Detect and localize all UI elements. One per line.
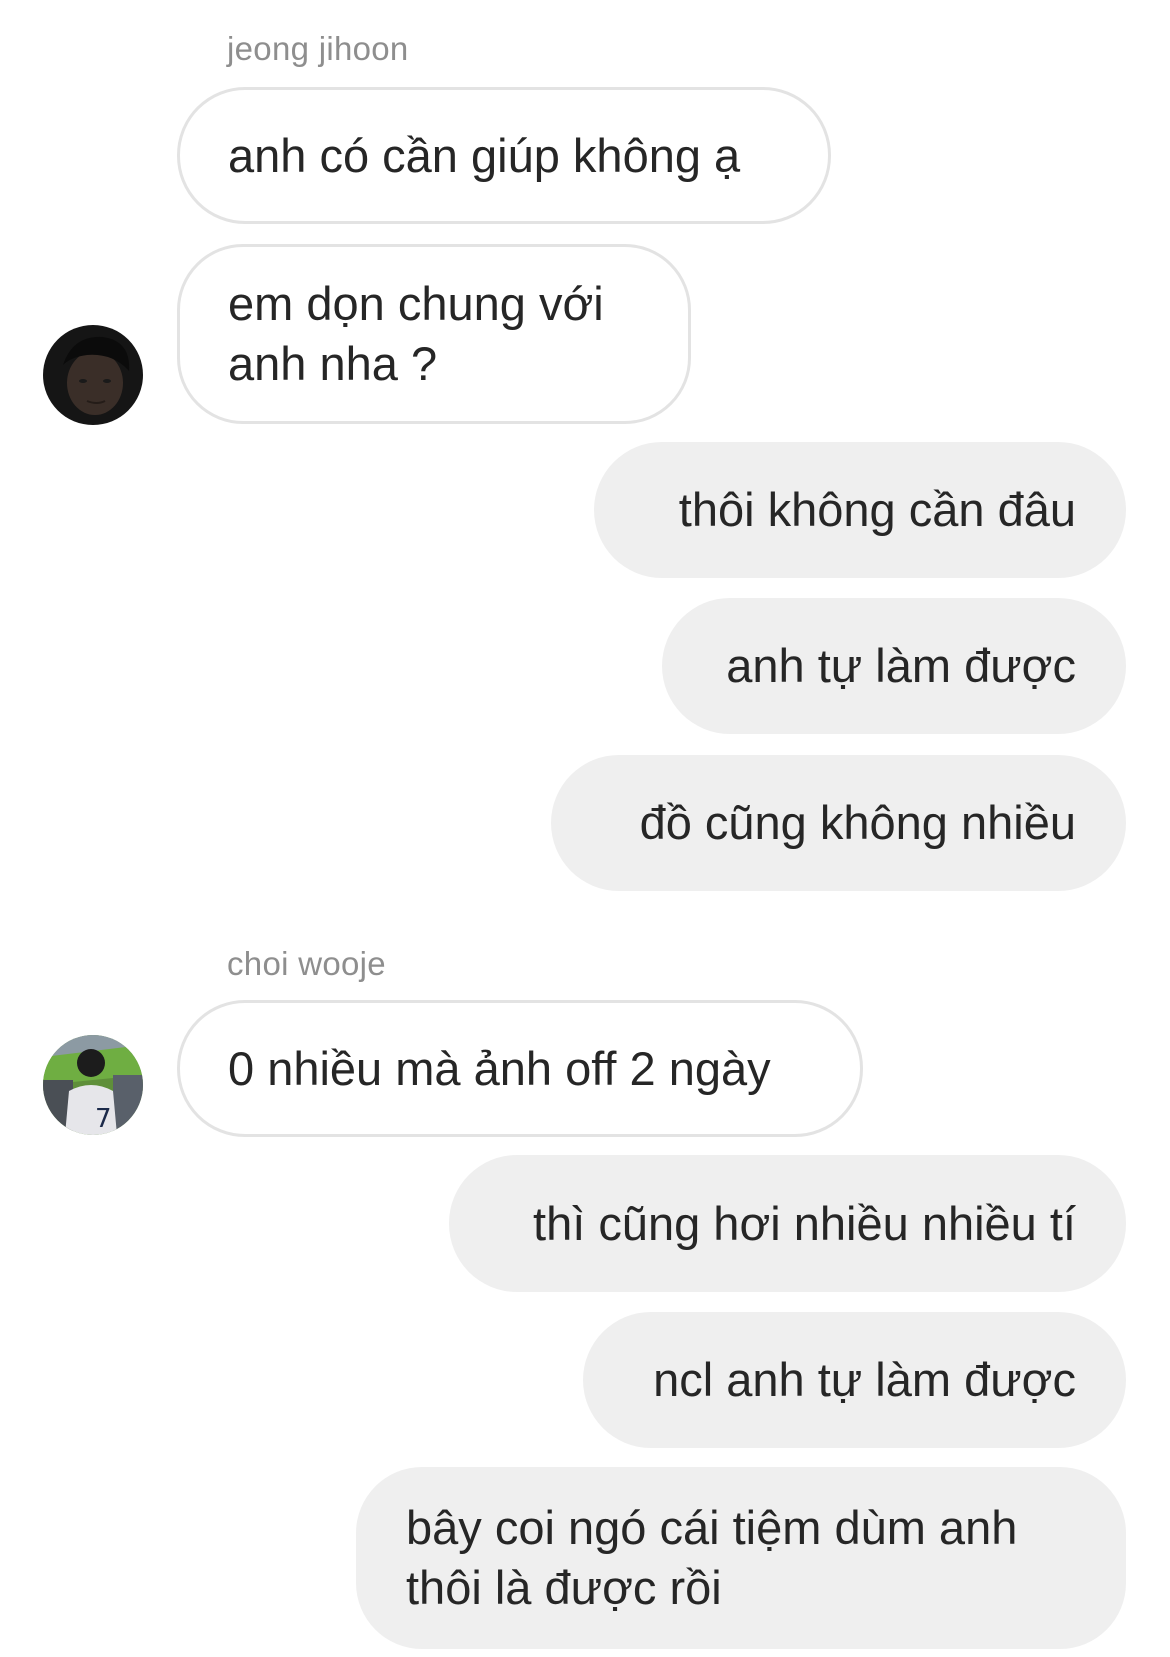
svg-text:7: 7 [95, 1104, 112, 1134]
sender-name-jeong-jihoon: jeong jihoon [227, 30, 409, 67]
message-text: 0 nhiều mà ảnh off 2 ngày [228, 1041, 771, 1095]
message-text: đồ cũng không nhiều [639, 796, 1076, 849]
message-bubble-incoming[interactable]: anh có cần giúp không ạ [177, 87, 831, 224]
message-text: ncl anh tự làm được [653, 1353, 1076, 1406]
sender-name-choi-wooje: choi wooje [227, 945, 386, 982]
message-text: thì cũng hơi nhiều nhiều tí [533, 1196, 1076, 1250]
message-bubble-outgoing[interactable]: anh tự làm được [662, 598, 1126, 734]
avatar-choi-wooje-icon[interactable]: 7 [43, 1035, 143, 1135]
message-text: bây coi ngó cái tiệm dùm anh thôi là đượ… [406, 1501, 1018, 1614]
message-bubble-outgoing[interactable]: đồ cũng không nhiều [551, 755, 1126, 891]
message-bubble-incoming[interactable]: 0 nhiều mà ảnh off 2 ngày [177, 1000, 863, 1137]
message-text: anh có cần giúp không ạ [228, 128, 741, 182]
message-text: em dọn chung với anh nha ? [228, 277, 604, 390]
message-bubble-outgoing[interactable]: thôi không cần đâu [594, 442, 1126, 578]
message-bubble-incoming[interactable]: em dọn chung với anh nha ? [177, 244, 691, 424]
message-bubble-outgoing[interactable]: thì cũng hơi nhiều nhiều tí [449, 1155, 1126, 1292]
message-text: thôi không cần đâu [678, 483, 1076, 536]
avatar-jeong-jihoon-icon[interactable] [43, 325, 143, 425]
message-bubble-outgoing[interactable]: ncl anh tự làm được [583, 1312, 1126, 1448]
message-text: anh tự làm được [726, 639, 1076, 692]
message-bubble-outgoing[interactable]: bây coi ngó cái tiệm dùm anh thôi là đượ… [356, 1467, 1126, 1649]
